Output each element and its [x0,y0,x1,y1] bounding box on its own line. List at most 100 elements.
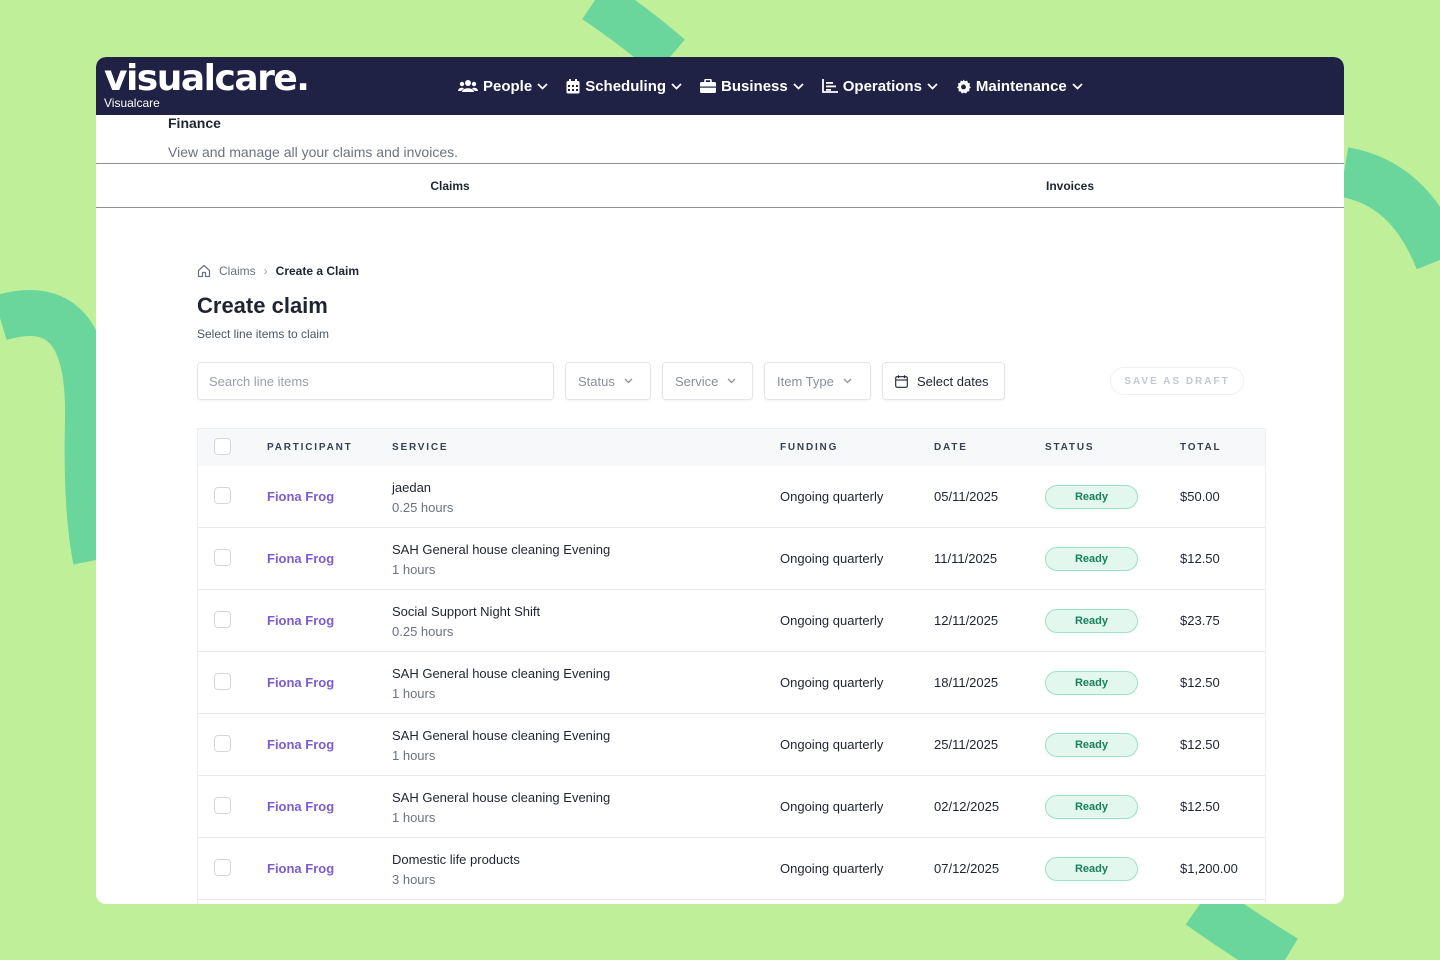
chevron-down-icon [537,82,548,90]
service-hours: 1 hours [392,562,436,577]
total-cell: $1,200.00 [1180,861,1238,876]
funding-cell: Ongoing quarterly [780,489,884,504]
tab-claims[interactable]: Claims [96,164,804,207]
breadcrumb-claims[interactable]: Claims [219,264,256,278]
nav-business[interactable]: Business [700,78,804,95]
service-cell: SAH General house cleaning Evening 1 hour… [392,788,610,828]
home-icon[interactable] [197,264,211,278]
nav-scheduling[interactable]: Scheduling [566,78,682,95]
date-cell: 18/11/2025 [934,675,999,690]
briefcase-icon [700,79,717,93]
main-nav: People Scheduling Business Operations Ma [458,57,1083,115]
participant-link[interactable]: Fiona Frog [267,737,334,752]
status-filter[interactable]: Status [565,362,651,400]
service-hours: 1 hours [392,748,436,763]
finance-header: Finance View and manage all your claims … [96,115,1344,163]
table-row[interactable]: Fiona Frog SAH General house cleaning Ev… [198,652,1265,714]
status-badge: Ready [1045,547,1138,571]
column-header[interactable]: TOTAL [1180,429,1221,466]
row-checkbox[interactable] [214,611,231,628]
column-header[interactable]: DATE [934,429,968,466]
date-cell: 11/11/2025 [934,551,998,566]
participant-link[interactable]: Fiona Frog [267,551,334,566]
tab-invoices[interactable]: Invoices [804,164,1336,207]
top-navbar: visualcare. Visualcare People Scheduling… [96,57,1344,115]
chevron-down-icon [727,378,736,384]
table-header: PARTICIPANT SERVICE FUNDING DATE STATUS … [198,429,1265,466]
table-row[interactable]: Fiona Frog SAH General house cleaning Ev… [198,528,1265,590]
participant-link[interactable]: Fiona Frog [267,613,334,628]
service-cell: jaedan 0.25 hours [392,478,453,518]
nav-maintenance[interactable]: Maintenance [956,78,1083,95]
calendar-icon [566,78,580,93]
table-row[interactable]: Fiona Frog SAH General house cleaning Ev… [198,776,1265,838]
funding-cell: Ongoing quarterly [780,737,884,752]
users-icon [458,80,478,92]
chevron-down-icon [1072,82,1083,90]
row-checkbox[interactable] [214,797,231,814]
column-header[interactable]: FUNDING [780,429,838,466]
item-type-filter[interactable]: Item Type [764,362,871,400]
chart-icon [821,79,838,93]
finance-description: View and manage all your claims and invo… [168,144,459,160]
service-name: jaedan [392,480,432,495]
date-cell: 05/11/2025 [934,489,999,504]
service-name: SAH General house cleaning Evening [392,728,611,743]
service-name: Domestic life products [392,852,520,867]
nav-people[interactable]: People [458,78,548,95]
column-header[interactable]: SERVICE [392,429,448,466]
row-checkbox[interactable] [214,487,231,504]
table-row[interactable]: Fiona Frog SAH General house cleaning Ev… [198,714,1265,776]
row-checkbox[interactable] [214,859,231,876]
breadcrumb-current: Create a Claim [275,264,360,278]
column-header[interactable]: PARTICIPANT [267,429,353,466]
service-hours: 0.25 hours [392,624,454,639]
service-cell: Domestic life products 3 hours [392,850,520,890]
chevron-down-icon [624,378,633,384]
table-row[interactable]: Fiona Frog jaedan 0.25 hours Ongoing quar… [198,466,1265,528]
status-badge: Ready [1045,485,1138,509]
total-cell: $12.50 [1180,737,1220,752]
service-cell: Social Support Night Shift 0.25 hours [392,602,540,642]
chevron-down-icon [671,82,682,90]
calendar-icon [895,374,908,388]
brand[interactable]: visualcare. Visualcare [104,57,310,110]
service-name: SAH General house cleaning Evening [392,790,611,805]
nav-people-label: People [483,77,533,95]
nav-operations[interactable]: Operations [821,77,938,95]
date-range-picker[interactable]: Select dates [882,362,1005,400]
page-title: Create claim [197,293,328,318]
funding-cell: Ongoing quarterly [780,613,884,628]
service-filter[interactable]: Service [662,362,753,400]
participant-link[interactable]: Fiona Frog [267,489,334,504]
filter-bar: Status Service Item Type Select dates SA… [197,362,1266,400]
participant-link[interactable]: Fiona Frog [267,799,334,814]
row-checkbox[interactable] [214,549,231,566]
service-filter-label: Service [675,373,719,389]
chevron-right-icon: › [263,264,268,278]
participant-link[interactable]: Fiona Frog [267,675,334,690]
total-cell: $12.50 [1180,675,1220,690]
status-badge: Ready [1045,733,1138,757]
column-header[interactable]: STATUS [1045,429,1094,466]
nav-operations-label: Operations [842,77,922,95]
row-checkbox[interactable] [214,735,231,752]
status-badge: Ready [1045,857,1138,881]
funding-cell: Ongoing quarterly [780,861,884,876]
service-cell: SAH General house cleaning Evening 1 hour… [392,540,610,580]
select-all-checkbox[interactable] [214,438,231,455]
search-input[interactable] [197,362,554,400]
line-items-table: PARTICIPANT SERVICE FUNDING DATE STATUS … [197,428,1266,904]
save-draft-button[interactable]: SAVE AS DRAFT [1110,367,1244,395]
gear-icon [956,78,971,94]
page-subtitle: Select line items to claim [197,327,330,341]
table-row[interactable]: Fiona Frog Social Support Night Shift 0.2… [198,590,1265,652]
status-badge: Ready [1045,671,1138,695]
chevron-down-icon [927,82,938,90]
table-row[interactable]: Fiona Frog Domestic life products 3 hours… [198,838,1265,900]
status-filter-label: Status [578,373,615,389]
participant-link[interactable]: Fiona Frog [267,861,334,876]
total-cell: $23.75 [1180,613,1220,628]
service-name: SAH General house cleaning Evening [392,666,611,681]
row-checkbox[interactable] [214,673,231,690]
